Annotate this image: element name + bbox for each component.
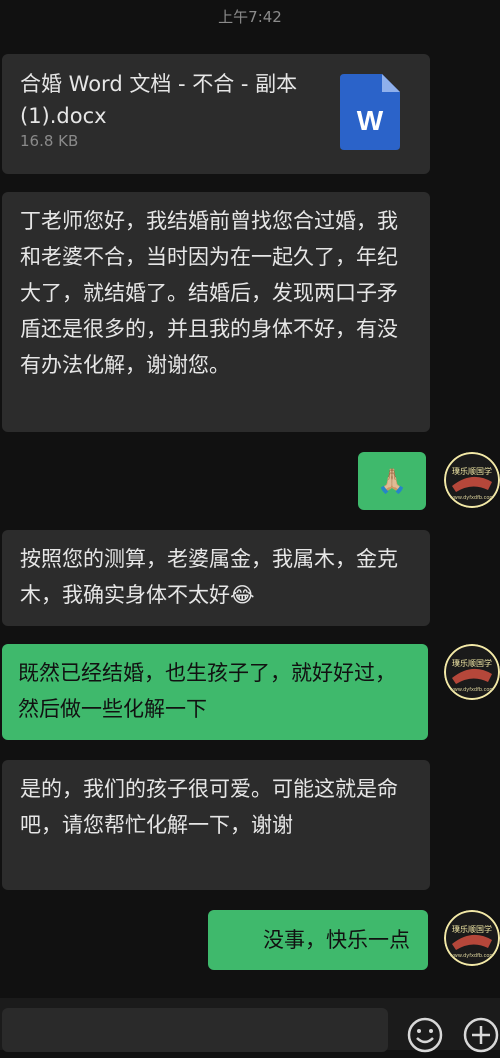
smile-icon[interactable] [406,1016,444,1054]
avatar-text: 璞乐顺国学 [452,924,492,934]
file-message[interactable]: 合婚 Word 文档 - 不合 - 副本(1).docx 16.8 KB W [2,54,430,174]
message-text: 既然已经结婚，也生孩子了，就好好过，然后做一些化解一下 [18,661,396,721]
word-document-icon: W [340,74,400,150]
message-text: 没事，快乐一点 [263,928,410,952]
avatar[interactable]: 璞乐顺国学 www.dyfxdfb.com [444,644,500,700]
chat-input-bar [0,998,500,1053]
message-bubble[interactable]: 按照您的测算，老婆属金，我属木，金克木，我确实身体不太好😂 [2,530,430,626]
message-text: 按照您的测算，老婆属金，我属木，金克木，我确实身体不太好😂 [20,547,398,607]
avatar-subtext: www.dyfxdfb.com [450,687,495,693]
avatar-text: 璞乐顺国学 [452,466,492,476]
avatar-subtext: www.dyfxdfb.com [450,953,495,959]
message-input[interactable] [2,1008,388,1052]
message-bubble[interactable]: 🙏🏼 [358,452,426,510]
message-bubble[interactable]: 丁老师您好，我结婚前曾找您合过婚，我和老婆不合，当时因为在一起久了，年纪大了，就… [2,192,430,432]
message-text: 是的，我们的孩子很可爱。可能这就是命吧，请您帮忙化解一下，谢谢 [20,777,398,837]
avatar-subtext: www.dyfxdfb.com [450,495,495,501]
avatar[interactable]: 璞乐顺国学 www.dyfxdfb.com [444,910,500,966]
status-time: 上午7:42 [218,8,282,26]
message-bubble[interactable]: 是的，我们的孩子很可爱。可能这就是命吧，请您帮忙化解一下，谢谢 [2,760,430,890]
word-icon-letter: W [357,105,384,136]
avatar[interactable]: 璞乐顺国学 www.dyfxdfb.com [444,452,500,508]
file-name: 合婚 Word 文档 - 不合 - 副本(1).docx [20,72,298,128]
message-bubble[interactable]: 既然已经结婚，也生孩子了，就好好过，然后做一些化解一下 [2,644,428,740]
plus-icon[interactable] [462,1016,500,1054]
message-text: 丁老师您好，我结婚前曾找您合过婚，我和老婆不合，当时因为在一起久了，年纪大了，就… [20,209,398,377]
avatar-text: 璞乐顺国学 [452,658,492,668]
message-bubble[interactable]: 没事，快乐一点 [208,910,428,970]
message-text: 🙏🏼 [377,467,407,495]
